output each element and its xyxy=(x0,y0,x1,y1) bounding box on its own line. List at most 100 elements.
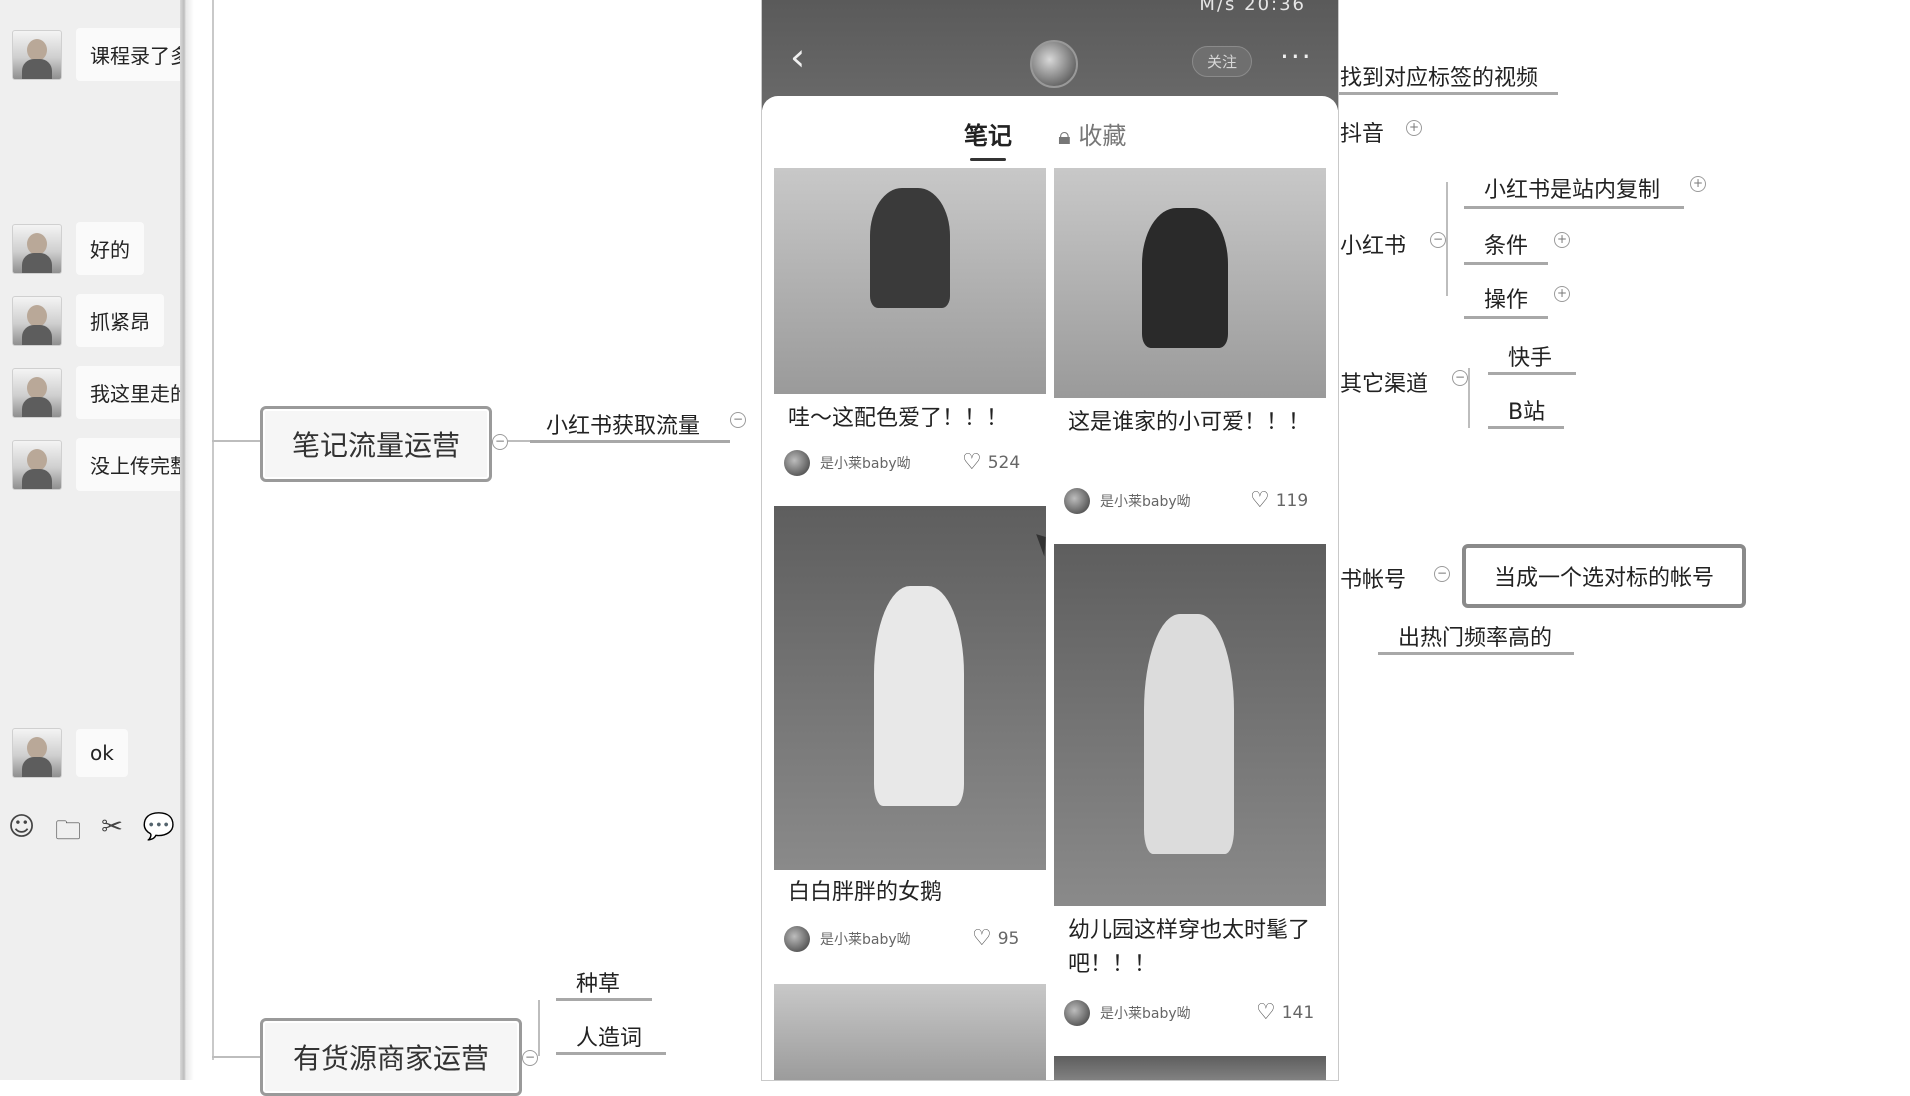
panel-divider[interactable] xyxy=(180,0,194,1080)
note-author[interactable]: 是小莱baby呦 xyxy=(784,926,911,952)
note-photo-subject xyxy=(874,586,964,806)
node-notes-traffic[interactable]: 笔记流量运营 xyxy=(260,406,492,482)
chat-message: ok xyxy=(12,728,128,778)
note-image[interactable] xyxy=(774,984,1046,1080)
more-icon[interactable]: ··· xyxy=(1280,40,1313,73)
scissors-icon[interactable]: ✂ xyxy=(101,812,123,856)
note-author[interactable]: 是小莱baby呦 xyxy=(784,450,911,476)
avatar[interactable] xyxy=(12,29,62,80)
message-bubble: 课程录了多 xyxy=(76,28,180,81)
connector-line xyxy=(508,440,530,442)
node-find-tag-video[interactable]: 找到对应标签的视频 xyxy=(1340,60,1538,92)
avatar[interactable] xyxy=(12,295,62,346)
connector-line xyxy=(212,440,260,442)
note-image[interactable] xyxy=(774,506,1046,870)
chat-message: 没上传完整 xyxy=(12,438,180,491)
node-underline xyxy=(530,440,730,443)
like-count[interactable]: ♡ 524 xyxy=(962,450,1020,475)
avatar[interactable] xyxy=(12,367,62,418)
node-seed[interactable]: 种草 xyxy=(576,966,620,998)
emoji-icon[interactable]: ☺ xyxy=(8,812,35,856)
node-bilibili[interactable]: B站 xyxy=(1508,394,1545,426)
node-label: 笔记流量运营 xyxy=(291,429,460,462)
node-hot-freq[interactable]: 出热门频率高的 xyxy=(1398,620,1552,652)
node-xhs[interactable]: 小红书 xyxy=(1340,228,1406,260)
tab-favorites-label: 收藏 xyxy=(1078,122,1127,150)
author-avatar xyxy=(1064,1000,1090,1026)
collapse-icon[interactable]: − xyxy=(1452,370,1468,386)
message-bubble: ok xyxy=(76,729,128,777)
back-arrow-icon[interactable]: ‹ xyxy=(790,38,805,76)
author-avatar xyxy=(1064,488,1090,514)
note-title[interactable]: 这是谁家的小可爱！！！ xyxy=(1068,406,1318,440)
folder-icon[interactable]: 🗀 xyxy=(55,812,81,856)
node-condition[interactable]: 条件 xyxy=(1484,228,1528,260)
note-photo-subject xyxy=(870,188,950,308)
note-image[interactable] xyxy=(1054,168,1326,398)
note-author[interactable]: 是小莱baby呦 xyxy=(1064,488,1191,514)
lock-icon: 🔒︎ xyxy=(1058,122,1071,150)
node-operation[interactable]: 操作 xyxy=(1484,282,1528,314)
avatar[interactable] xyxy=(12,439,62,490)
heart-icon: ♡ xyxy=(1256,1000,1276,1025)
chat-toolbar: ☺ 🗀 ✂ 💬 xyxy=(8,812,175,856)
note-title[interactable]: 白白胖胖的女鹅 xyxy=(788,876,942,910)
tab-favorites[interactable]: 🔒︎ 收藏 xyxy=(1058,116,1126,151)
note-image[interactable] xyxy=(1054,1056,1326,1080)
connector-line xyxy=(1446,182,1448,296)
node-kuaishou[interactable]: 快手 xyxy=(1508,340,1552,372)
note-photo-subject xyxy=(1142,208,1228,348)
collapse-icon[interactable]: − xyxy=(1430,232,1446,248)
node-underline xyxy=(556,998,652,1001)
avatar[interactable] xyxy=(12,728,62,778)
node-underline xyxy=(1464,316,1548,319)
like-number: 95 xyxy=(997,928,1020,949)
note-title[interactable]: 幼儿园这样穿也太时髦了吧！！！ xyxy=(1068,914,1318,982)
node-xhs-traffic[interactable]: 小红书获取流量 xyxy=(546,408,700,440)
note-image[interactable] xyxy=(774,168,1046,394)
chat-message: 课程录了多 xyxy=(12,28,180,81)
note-title[interactable]: 哇～这配色爱了！！！ xyxy=(788,402,1008,436)
expand-icon[interactable]: + xyxy=(1690,176,1706,192)
node-douyin[interactable]: 抖音 xyxy=(1340,116,1384,148)
status-bar: M/s 20:36 xyxy=(1199,0,1306,15)
expand-icon[interactable]: + xyxy=(1554,286,1570,302)
avatar[interactable] xyxy=(12,223,62,274)
note-image[interactable] xyxy=(1054,544,1326,906)
collapse-icon[interactable]: − xyxy=(730,412,746,428)
expand-icon[interactable]: + xyxy=(1406,120,1422,136)
heart-icon: ♡ xyxy=(972,926,992,951)
node-account[interactable]: 书帐号 xyxy=(1340,562,1406,594)
collapse-icon[interactable]: − xyxy=(492,434,508,450)
like-number: 119 xyxy=(1275,490,1309,511)
like-number: 524 xyxy=(987,452,1021,473)
profile-avatar[interactable] xyxy=(1030,40,1078,88)
note-author[interactable]: 是小莱baby呦 xyxy=(1064,1000,1191,1026)
author-name: 是小莱baby呦 xyxy=(820,456,911,472)
like-count[interactable]: ♡ 95 xyxy=(972,926,1019,951)
node-xhs-copy[interactable]: 小红书是站内复制 xyxy=(1484,172,1660,204)
node-benchmark-selected[interactable]: 当成一个选对标的帐号 xyxy=(1462,544,1746,608)
follow-button[interactable]: 关注 xyxy=(1192,46,1253,77)
collapse-icon[interactable]: − xyxy=(1434,566,1450,582)
tab-notes[interactable]: 笔记 xyxy=(964,116,1012,161)
node-fake-word[interactable]: 人造词 xyxy=(576,1020,642,1052)
node-underline xyxy=(1378,652,1574,655)
node-underline xyxy=(556,1052,666,1055)
author-avatar xyxy=(784,450,810,476)
collapse-icon[interactable]: − xyxy=(522,1050,538,1066)
tab-bar: 笔记 🔒︎ 收藏 xyxy=(762,116,1338,161)
expand-icon[interactable]: + xyxy=(1554,232,1570,248)
message-bubble: 没上传完整 xyxy=(76,438,180,491)
node-label: 有货源商家运营 xyxy=(292,1042,489,1075)
node-underline xyxy=(1488,372,1576,375)
chat-icon[interactable]: 💬 xyxy=(143,812,175,856)
heart-icon: ♡ xyxy=(962,450,982,475)
like-count[interactable]: ♡ 119 xyxy=(1250,488,1308,513)
node-other-channels[interactable]: 其它渠道 xyxy=(1340,366,1428,398)
like-count[interactable]: ♡ 141 xyxy=(1256,1000,1314,1025)
author-avatar xyxy=(784,926,810,952)
node-underline xyxy=(1464,206,1684,209)
message-bubble: 好的 xyxy=(76,222,144,275)
node-merchant[interactable]: 有货源商家运营 xyxy=(260,1018,522,1096)
